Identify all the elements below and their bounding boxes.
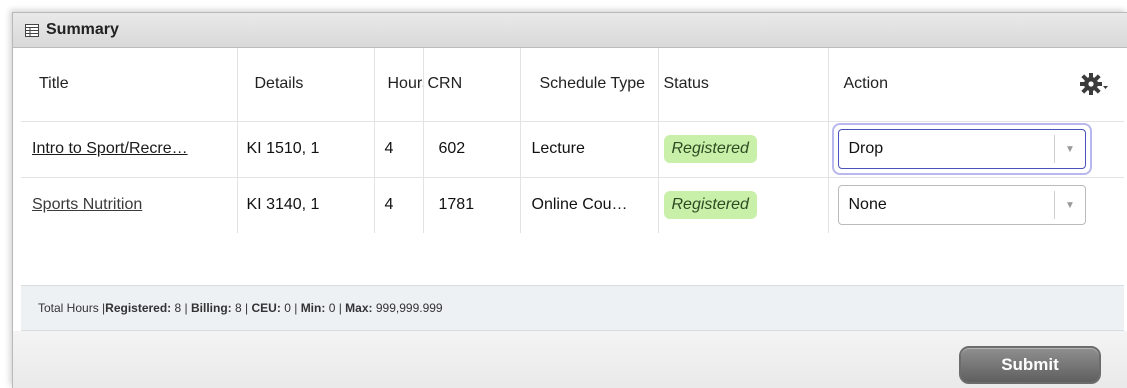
table-row: Intro to Sport/Recre… KI 1510, 1 4 602 L… (21, 121, 1124, 177)
crn-cell: 1781 (423, 177, 521, 233)
action-select[interactable]: None ▼ (837, 185, 1086, 226)
min-label: Min: (300, 301, 326, 315)
details-cell: KI 3140, 1 (237, 177, 375, 233)
ceu-label: CEU: (251, 301, 281, 315)
panel-header: Summary (13, 13, 1127, 48)
panel-footer: Submit (13, 331, 1127, 388)
hours-cell: 4 (374, 121, 424, 177)
registered-value: 8 (174, 301, 182, 315)
column-header-status[interactable]: Status (658, 48, 829, 121)
column-header-schedule-type[interactable]: Schedule Type (520, 48, 659, 121)
details-cell: KI 1510, 1 (237, 121, 375, 177)
totals-prefix: Total Hours | (38, 301, 106, 315)
column-header-details[interactable]: Details (237, 48, 375, 121)
gear-icon[interactable] (1079, 70, 1109, 100)
ceu-value: 0 (284, 301, 291, 315)
course-title-link[interactable]: Sports Nutrition (32, 196, 142, 213)
column-header-hours[interactable]: Hours (374, 48, 424, 121)
schedule-type-cell: Online Cou… (520, 177, 659, 233)
action-select-value: Drop (837, 129, 1086, 169)
min-value: 0 (328, 301, 336, 315)
chevron-down-icon[interactable]: ▼ (1053, 135, 1086, 163)
summary-table: Title Details Hours CRN Schedule Type St… (21, 48, 1124, 233)
registered-label: Registered: (105, 301, 172, 315)
column-header-title[interactable]: Title (21, 48, 238, 121)
billing-label: Billing: (191, 301, 232, 315)
action-select-value: None (837, 185, 1086, 226)
hours-cell: 4 (374, 177, 424, 233)
status-badge: Registered (663, 191, 757, 220)
summary-panel: Summary Title Details Hours CRN Schedule… (12, 12, 1127, 388)
submit-button[interactable]: Submit (959, 346, 1101, 384)
table-header-row: Title Details Hours CRN Schedule Type St… (21, 48, 1124, 121)
crn-cell: 602 (423, 121, 521, 177)
totals-bar: Total Hours | Registered: 8 | Billing: 8… (21, 285, 1124, 331)
column-header-crn[interactable]: CRN (423, 48, 521, 121)
course-title-link[interactable]: Intro to Sport/Recre… (32, 140, 188, 157)
table-icon (25, 23, 39, 37)
status-badge: Registered (663, 135, 757, 163)
max-value: 999,999.999 (375, 301, 443, 315)
action-select[interactable]: Drop ▼ (831, 123, 1092, 175)
schedule-type-cell: Lecture (520, 121, 659, 177)
panel-title: Summary (46, 21, 119, 38)
chevron-down-icon[interactable]: ▼ (1053, 191, 1086, 220)
billing-value: 8 (235, 301, 242, 315)
max-label: Max: (345, 301, 373, 315)
table-row: Sports Nutrition KI 3140, 1 4 1781 Onlin… (21, 177, 1124, 233)
